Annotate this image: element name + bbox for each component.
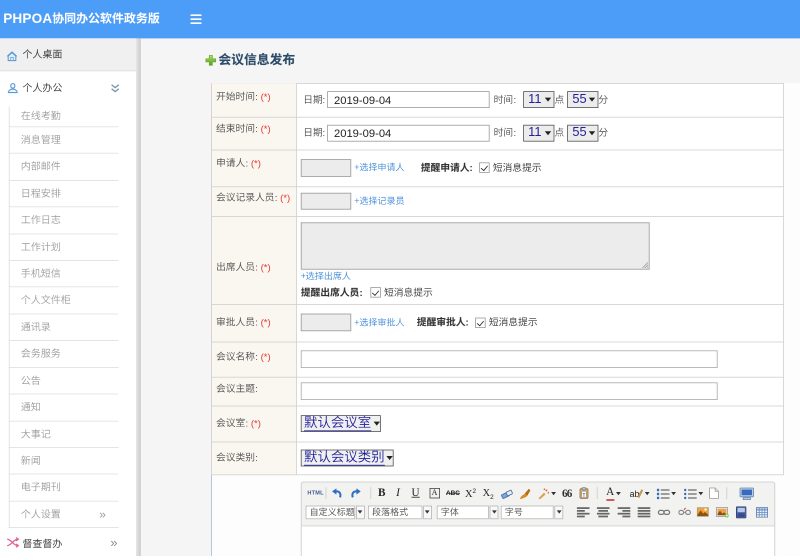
svg-text:ab: ab [630,489,640,499]
svg-text:T: T [582,493,586,499]
